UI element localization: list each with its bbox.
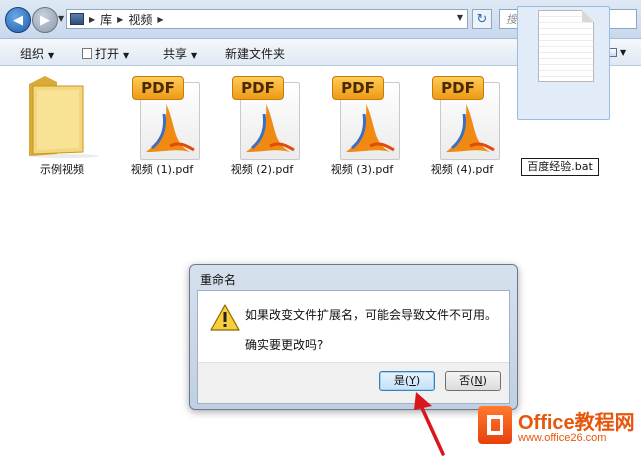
refresh-icon: ↻ — [476, 11, 488, 27]
breadcrumb-item-videos[interactable]: 视频 — [128, 11, 152, 28]
recent-pages-dropdown-icon[interactable]: ▼ — [58, 14, 64, 23]
pdf-swirl-graphic — [446, 104, 495, 152]
rename-input[interactable]: 百度经验.bat — [521, 158, 599, 176]
new-folder-label: 新建文件夹 — [225, 47, 286, 61]
pdf-file-icon: PDF — [432, 76, 502, 162]
no-label: 否 — [459, 374, 471, 387]
chevron-down-icon: ▼ — [620, 48, 627, 57]
forward-arrow-icon: ▶ — [40, 12, 50, 28]
change-view-button[interactable]: ▼ — [606, 45, 636, 60]
share-label: 共享 — [163, 47, 188, 61]
chevron-down-icon: ▼ — [48, 51, 55, 60]
watermark: Office教程网 www.office26.com — [478, 402, 638, 452]
dialog-title: 重命名 — [200, 273, 237, 287]
batch-file-icon — [538, 10, 594, 82]
watermark-brand: Office教程网 — [518, 412, 635, 434]
page-fold — [582, 10, 594, 22]
pdf-badge: PDF — [332, 76, 384, 100]
share-button[interactable]: 共享 ▼ — [163, 45, 197, 62]
pdf-swirl-graphic — [346, 104, 395, 152]
breadcrumb-separator-icon[interactable]: ▶ — [89, 15, 95, 24]
refresh-button[interactable]: ↻ — [472, 9, 492, 29]
dialog-question: 确实要更改吗? — [245, 338, 324, 352]
organize-button[interactable]: 组织 ▼ — [20, 45, 54, 62]
no-accelerator: N — [474, 374, 483, 387]
breadcrumb-separator-icon[interactable]: ▶ — [157, 15, 163, 24]
address-history-dropdown-icon[interactable]: ▼ — [457, 13, 463, 22]
pdf-swirl-graphic — [146, 104, 195, 152]
office-logo-mark — [487, 415, 503, 435]
chevron-down-icon: ▼ — [123, 51, 130, 60]
dialog-message: 如果改变文件扩展名，可能会导致文件不可用。 — [245, 308, 498, 322]
file-name: 视频 (1).pdf — [130, 163, 194, 176]
back-arrow-icon: ◀ — [13, 12, 23, 28]
no-button[interactable]: 否(N) — [445, 371, 501, 391]
file-name: 视频 (4).pdf — [430, 163, 494, 176]
breadcrumb-separator-icon[interactable]: ▶ — [117, 15, 123, 24]
open-button[interactable]: 打开 ▼ — [82, 45, 129, 62]
rename-dialog: 重命名 如果改变文件扩展名，可能会导致文件不可用。 确实要更改吗? 是(Y) 否… — [189, 264, 518, 410]
open-file-icon — [82, 48, 92, 59]
pdf-swirl-graphic — [246, 104, 295, 152]
chevron-down-icon: ▼ — [191, 51, 198, 60]
pdf-file-icon: PDF — [132, 76, 202, 162]
forward-button[interactable]: ▶ — [32, 7, 58, 33]
yes-label: 是 — [393, 374, 405, 387]
pdf-file-icon: PDF — [232, 76, 302, 162]
file-name: 视频 (3).pdf — [330, 163, 394, 176]
pdf-badge: PDF — [432, 76, 484, 100]
office-logo-icon — [478, 406, 512, 444]
pdf-file-icon: PDF — [332, 76, 402, 162]
pdf-badge: PDF — [232, 76, 284, 100]
watermark-url: www.office26.com — [518, 432, 607, 444]
warning-icon — [210, 304, 240, 331]
file-name: 视频 (2).pdf — [230, 163, 294, 176]
open-label: 打开 — [95, 47, 120, 61]
video-library-icon — [70, 13, 84, 25]
breadcrumb-item-library[interactable]: 库 — [100, 11, 112, 28]
yes-accelerator: Y — [409, 374, 416, 387]
breadcrumb[interactable]: ▶ 库 ▶ 视频 ▶ ▼ — [66, 9, 468, 29]
file-name: 示例视频 — [40, 163, 84, 176]
dialog-body: 如果改变文件扩展名，可能会导致文件不可用。 确实要更改吗? 是(Y) 否(N) — [197, 290, 510, 404]
pdf-badge: PDF — [132, 76, 184, 100]
folder-icon — [29, 76, 99, 158]
new-folder-button[interactable]: 新建文件夹 — [225, 45, 285, 62]
red-arrow-annotation — [414, 392, 445, 456]
organize-label: 组织 — [20, 47, 45, 61]
dialog-button-bar: 是(Y) 否(N) — [198, 362, 509, 403]
back-button[interactable]: ◀ — [5, 7, 31, 33]
